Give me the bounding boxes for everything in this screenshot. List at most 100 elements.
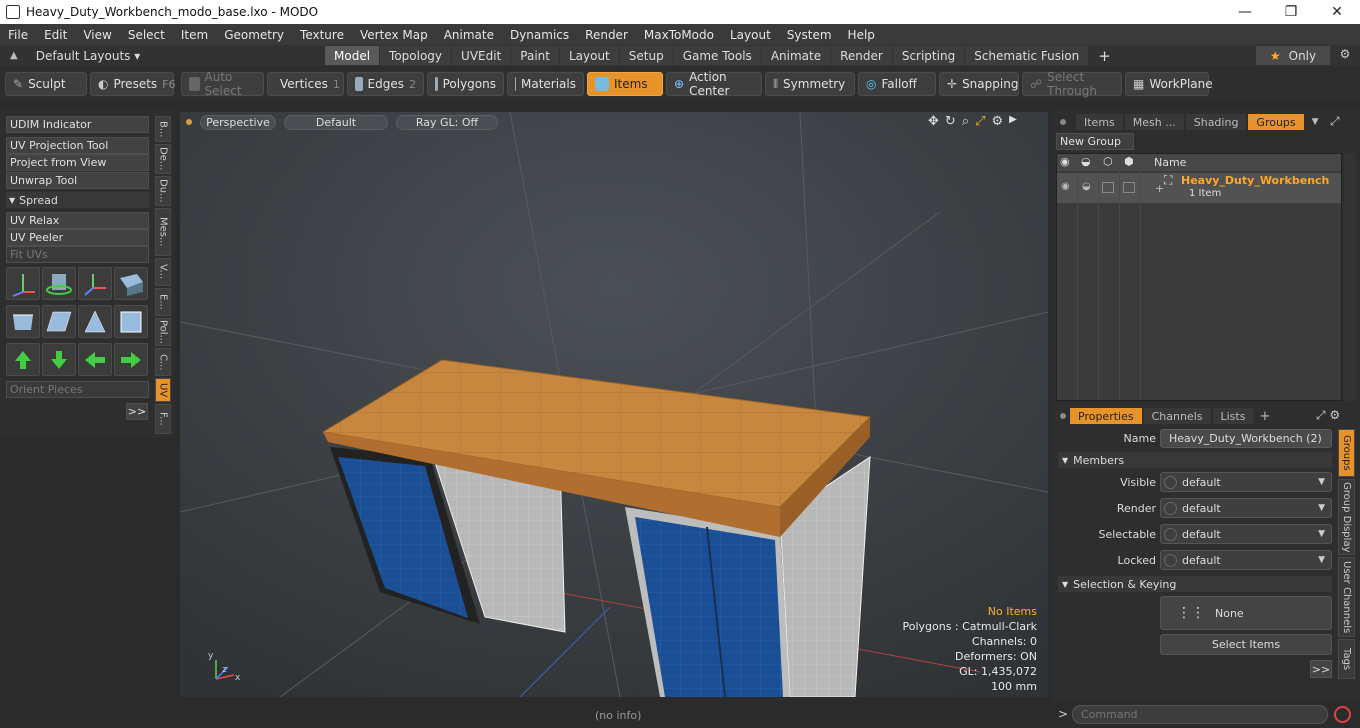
default-layouts-dropdown[interactable]: Default Layouts ▾ (36, 49, 141, 63)
select-through-button[interactable]: ☍ Select Through (1022, 70, 1122, 98)
tab-lists[interactable]: Lists (1212, 408, 1254, 424)
tab-uvedit[interactable]: UVEdit (452, 46, 511, 65)
tab-items[interactable]: Items (1076, 114, 1123, 130)
uv-rotate-tool-icon[interactable] (42, 267, 76, 300)
uv-transform-tool-icon[interactable] (78, 267, 112, 300)
rotate-icon[interactable]: ↻ (945, 114, 956, 129)
viewport-menu-icon[interactable]: ▶ (1009, 114, 1017, 129)
prop-dot-icon[interactable] (1060, 413, 1066, 419)
sculpt-button[interactable]: ✎ Sculpt (5, 72, 87, 96)
selectable-dropdown[interactable]: default ▼ (1160, 524, 1332, 544)
eye-icon[interactable]: ◉ (1060, 155, 1070, 168)
tab-topology[interactable]: Topology (380, 46, 452, 65)
falloff-button[interactable]: ◎ Falloff (858, 72, 936, 96)
minimize-button[interactable]: — (1222, 4, 1268, 20)
maximize-icon[interactable]: ⤢ (975, 114, 985, 129)
tab-mesh[interactable]: Mesh ... (1124, 114, 1184, 130)
members-section[interactable]: ▼ Members (1058, 452, 1332, 468)
pan-icon[interactable]: ✥ (928, 114, 939, 129)
row-render-icon[interactable]: ◒ (1082, 181, 1091, 192)
vtab-fusion[interactable]: F... (155, 404, 171, 434)
vtab-mesh[interactable]: Mes... (155, 208, 171, 256)
record-icon[interactable] (1334, 706, 1351, 723)
tab-render[interactable]: Render (831, 46, 892, 65)
tab-paint[interactable]: Paint (511, 46, 559, 65)
symmetry-button[interactable]: ⫴ Symmetry (765, 72, 855, 96)
raygl-button[interactable]: Ray GL: Off (396, 114, 498, 130)
polygons-button[interactable]: Polygons (427, 72, 504, 96)
render-icon[interactable]: ◒ (1081, 155, 1091, 168)
name-column-header[interactable]: Name (1154, 156, 1186, 169)
vtab-tags[interactable]: Tags (1338, 639, 1355, 679)
visible-dropdown[interactable]: default ▼ (1160, 472, 1332, 492)
viewport-settings-icon[interactable]: ⚙ (992, 114, 1004, 129)
menu-system[interactable]: System (779, 28, 840, 42)
align-left-icon[interactable] (78, 343, 112, 376)
locked-dropdown[interactable]: default ▼ (1160, 550, 1332, 570)
uv-grid-icon[interactable] (42, 305, 76, 338)
align-right-icon[interactable] (114, 343, 148, 376)
viewport-dot-icon[interactable] (186, 119, 192, 125)
uv-pyramid-icon[interactable] (78, 305, 112, 338)
render-dropdown[interactable]: default ▼ (1160, 498, 1332, 518)
panel-dot-icon[interactable] (1060, 119, 1066, 125)
presets-button[interactable]: ◐ Presets F6 (90, 72, 175, 96)
vtab-deform[interactable]: De... (155, 144, 171, 174)
name-field[interactable]: Heavy_Duty_Workbench (2) (1160, 429, 1332, 448)
tab-layout[interactable]: Layout (559, 46, 619, 65)
snapping-button[interactable]: ✛ Snapping (939, 72, 1019, 96)
shading-default-button[interactable]: Default (284, 114, 388, 130)
select-col-icon[interactable]: ⬢ (1124, 155, 1134, 168)
items-button[interactable]: Items (587, 72, 663, 96)
align-down-icon[interactable] (42, 343, 76, 376)
fit-uvs-button[interactable]: Fit UVs (6, 246, 149, 263)
uv-relax-button[interactable]: UV Relax (6, 212, 149, 229)
row-select-checkbox[interactable] (1123, 182, 1135, 193)
menu-edit[interactable]: Edit (36, 28, 75, 42)
auto-select-button[interactable]: Auto Select (181, 70, 264, 98)
project-from-view-button[interactable]: Project from View (6, 154, 149, 171)
row-eye-icon[interactable]: ◉ (1061, 181, 1070, 192)
close-button[interactable]: ✕ (1314, 4, 1360, 20)
prop-more-button[interactable]: >> (1310, 660, 1332, 678)
group-row[interactable]: ◉ ◒ + ⛶ Heavy_Duty_Workbench 1 Item (1057, 173, 1341, 203)
tabs-dropdown-icon[interactable]: ▼ (1312, 117, 1319, 127)
align-up-icon[interactable] (6, 343, 40, 376)
uv-cylinder-icon[interactable] (6, 305, 40, 338)
add-prop-tab-icon[interactable]: + (1259, 409, 1270, 424)
workplane-button[interactable]: ▦ WorkPlane (1125, 72, 1213, 96)
vtab-edge[interactable]: E... (155, 288, 171, 316)
vtab-uv[interactable]: UV (155, 378, 171, 402)
edges-button[interactable]: Edges 2 (347, 72, 424, 96)
menu-layout[interactable]: Layout (722, 28, 779, 42)
vtab-user-channels[interactable]: User Channels (1338, 557, 1355, 637)
uv-box-icon[interactable] (114, 305, 148, 338)
menu-vertex-map[interactable]: Vertex Map (352, 28, 436, 42)
vtab-polygon[interactable]: Pol... (155, 318, 171, 346)
collapse-icon[interactable]: ▲ (10, 50, 18, 61)
row-lock-checkbox[interactable] (1102, 182, 1114, 193)
uv-projection-tool-button[interactable]: UV Projection Tool (6, 137, 149, 154)
vtab-vertex[interactable]: V... (155, 258, 171, 286)
vtab-duplicate[interactable]: Du... (155, 176, 171, 206)
zoom-icon[interactable]: ⌕ (962, 114, 969, 129)
expand-icon[interactable]: + (1155, 182, 1164, 195)
menu-animate[interactable]: Animate (436, 28, 502, 42)
panel-expand-icon[interactable]: ⤢ (1330, 114, 1340, 129)
menu-maxtomodo[interactable]: MaxToModo (636, 28, 722, 42)
vtab-basic[interactable]: B... (155, 116, 171, 142)
selection-keying-section[interactable]: ▼ Selection & Keying (1058, 576, 1332, 592)
menu-help[interactable]: Help (840, 28, 883, 42)
menu-file[interactable]: File (0, 28, 36, 42)
uv-peeler-button[interactable]: UV Peeler (6, 229, 149, 246)
vertices-button[interactable]: Vertices 1 (267, 72, 344, 96)
tab-channels[interactable]: Channels (1143, 408, 1211, 424)
vtab-groups[interactable]: Groups (1338, 429, 1355, 477)
menu-geometry[interactable]: Geometry (216, 28, 292, 42)
uv-move-tool-icon[interactable] (6, 267, 40, 300)
gear-icon[interactable]: ⚙ (1336, 47, 1354, 64)
tab-properties[interactable]: Properties (1070, 408, 1142, 424)
action-center-button[interactable]: ⊕ Action Center (666, 70, 762, 98)
tab-game-tools[interactable]: Game Tools (673, 46, 761, 65)
tab-model[interactable]: Model (325, 46, 380, 65)
